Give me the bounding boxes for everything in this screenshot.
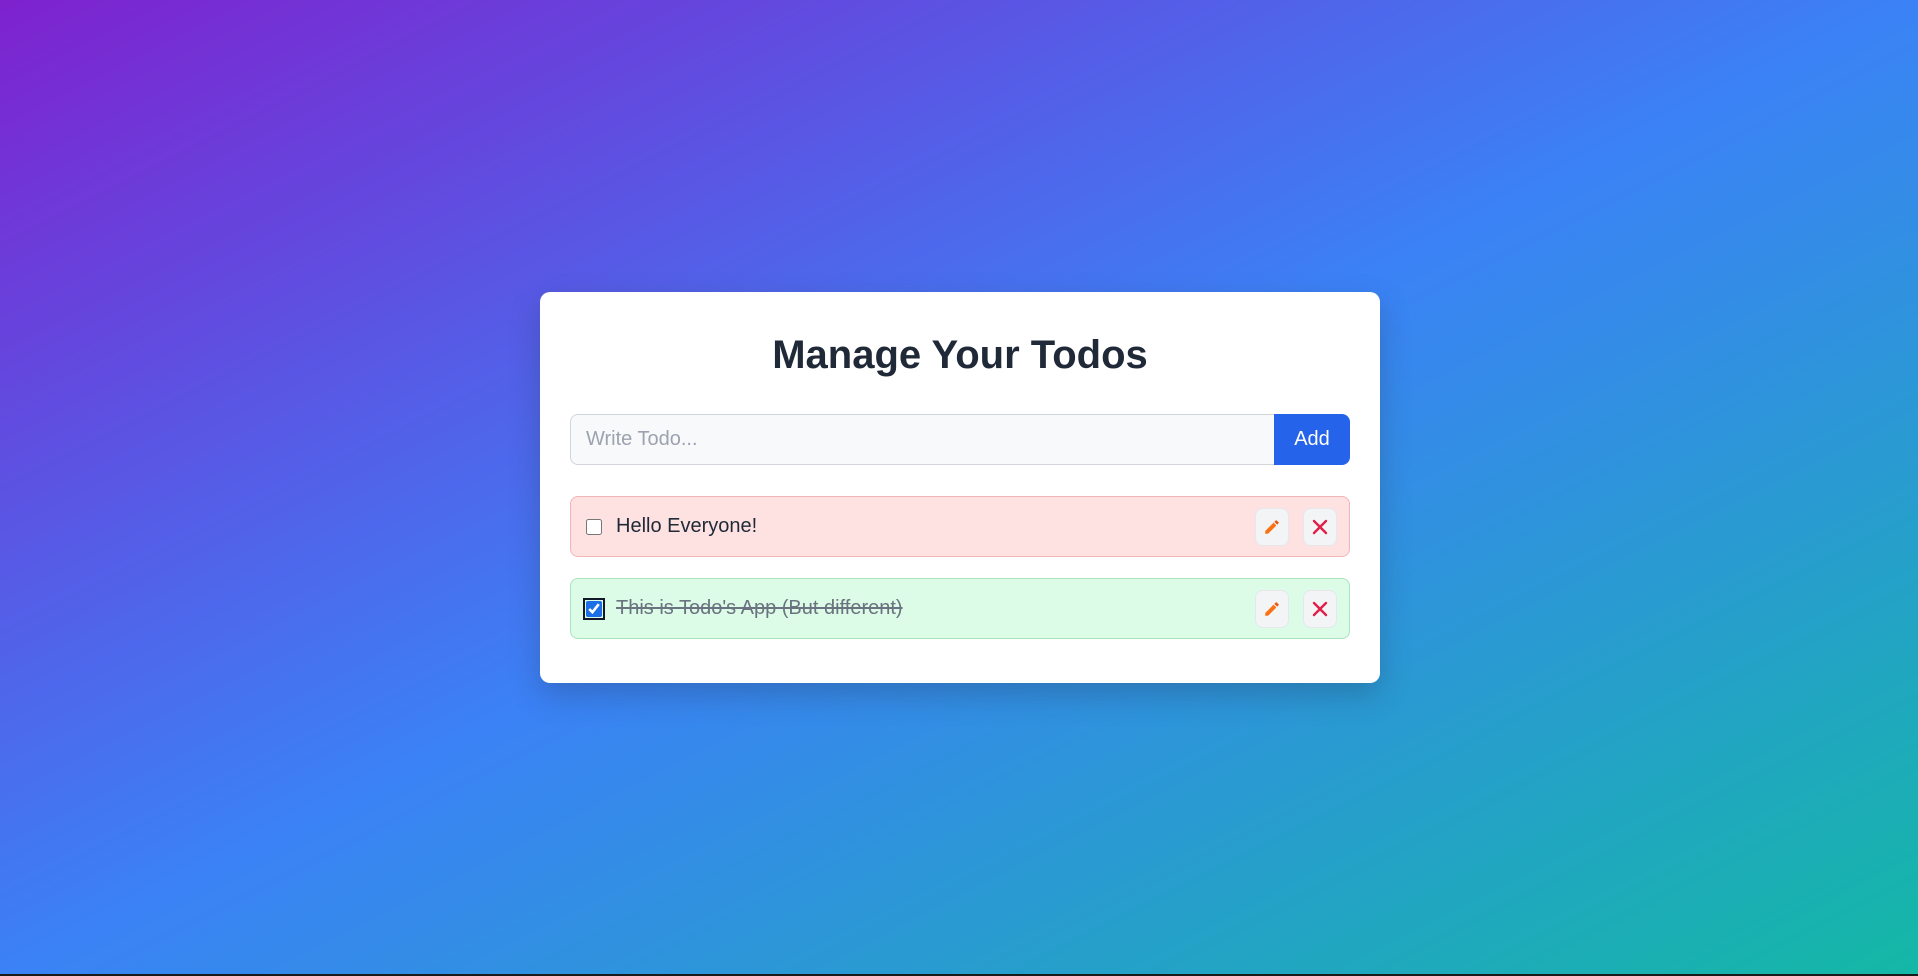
pencil-icon — [1263, 518, 1281, 536]
todo-checkbox[interactable] — [583, 597, 605, 620]
add-button[interactable]: Add — [1274, 414, 1350, 465]
todo-text[interactable]: Hello Everyone! — [612, 515, 1241, 538]
add-todo-form: Add — [570, 414, 1350, 465]
todo-checkbox[interactable] — [586, 518, 602, 535]
delete-button[interactable] — [1303, 589, 1337, 628]
todo-item: This is Todo's App (But different) — [570, 578, 1350, 639]
edit-button[interactable] — [1255, 507, 1289, 546]
close-icon — [1311, 600, 1329, 618]
page-title: Manage Your Todos — [772, 333, 1148, 377]
todo-text[interactable]: This is Todo's App (But different) — [612, 597, 1241, 620]
todo-item: Hello Everyone! — [570, 496, 1350, 557]
todo-list: Hello Everyone! This is Todo's App (But … — [570, 496, 1350, 639]
todo-input[interactable] — [570, 414, 1274, 465]
pencil-icon — [1263, 600, 1281, 618]
delete-button[interactable] — [1303, 507, 1337, 546]
todo-card: Manage Your Todos Add Hello Everyone! — [540, 292, 1380, 683]
edit-button[interactable] — [1255, 589, 1289, 628]
close-icon — [1311, 518, 1329, 536]
